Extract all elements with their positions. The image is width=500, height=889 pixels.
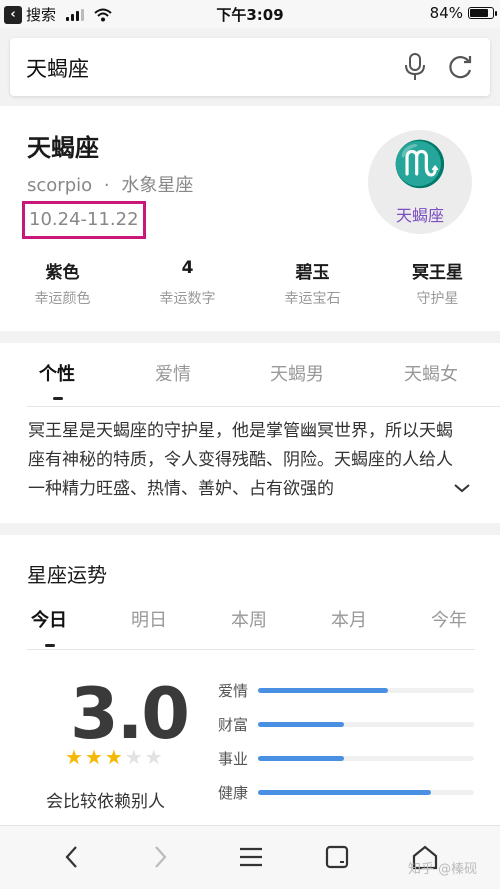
bar-fill (258, 756, 345, 761)
divider (27, 649, 475, 650)
microphone-icon[interactable] (404, 53, 426, 81)
sign-info-card: 天蝎座 scorpio · 水象星座 10.24-11.22 ♏ 天蝎座 紫色 … (0, 106, 500, 331)
battery-percent: 84% (429, 4, 463, 22)
sign-attributes: 紫色 幸运颜色 4 幸运数字 碧玉 幸运宝石 冥王星 守护星 (0, 258, 500, 308)
sign-element: 水象星座 (121, 175, 194, 196)
fortune-bar-row: 健康 (218, 780, 478, 814)
tabs-icon[interactable] (325, 844, 351, 870)
sign-logo-label: 天蝎座 (395, 206, 444, 225)
fortune-bar-row: 事业 (218, 746, 478, 780)
refresh-icon[interactable] (446, 53, 474, 81)
tab-love[interactable]: 爱情 (155, 360, 191, 386)
forward-icon[interactable] (150, 844, 170, 870)
fortune-note: 会比较依赖别人 (46, 792, 165, 812)
tab-this-year[interactable]: 今年 (431, 606, 467, 632)
status-right: 84% (429, 4, 497, 22)
personality-tabs: 个性 爱情 天蝎男 天蝎女 (0, 343, 500, 403)
star-filled-icon: ★ (104, 745, 123, 769)
battery-icon (468, 7, 497, 19)
attribute-label: 守护星 (416, 291, 459, 307)
bar-fill (258, 790, 431, 795)
star-empty-icon: ★ (124, 745, 143, 769)
tab-personality[interactable]: 个性 (39, 360, 75, 386)
sign-subtitle: scorpio · 水象星座 (27, 171, 193, 197)
attribute-value: 4 (181, 258, 194, 278)
bar-label: 爱情 (218, 682, 249, 700)
fortune-bar-row: 爱情 (218, 678, 478, 712)
attribute-label: 幸运颜色 (34, 291, 91, 307)
scorpio-icon: ♏ (392, 139, 448, 190)
fortune-bars: 爱情 财富 事业 健康 (218, 678, 478, 814)
search-input[interactable]: 天蝎座 (10, 38, 490, 96)
personality-card: 个性 爱情 天蝎男 天蝎女 冥王星是天蝎座的守护星，他是掌管幽冥世界，所以天蝎座… (0, 343, 500, 523)
active-tab-indicator (53, 397, 63, 400)
bar-track (258, 790, 474, 795)
tab-scorpio-male[interactable]: 天蝎男 (270, 360, 324, 386)
tab-tomorrow[interactable]: 明日 (131, 606, 167, 632)
fortune-title: 星座运势 (27, 563, 107, 587)
back-icon[interactable] (62, 844, 82, 870)
search-query: 天蝎座 (26, 57, 89, 81)
bar-fill (258, 722, 345, 727)
page: ‹ 搜索 下午3:09 84% 天蝎座 天蝎座 scorpio · 水象星座 1… (0, 0, 500, 889)
attribute-value: 冥王星 (412, 263, 463, 283)
attribute-item: 4 幸运数字 (125, 258, 250, 308)
tab-this-month[interactable]: 本月 (331, 606, 367, 632)
fortune-card: 星座运势 今日 明日 本周 本月 今年 3.0 ★ ★ ★ ★ ★ 会比较依赖别人 爱情… (0, 535, 500, 825)
bar-track (258, 756, 474, 761)
star-filled-icon: ★ (84, 745, 103, 769)
sign-date-range: 10.24-11.22 (29, 209, 139, 230)
bar-label: 健康 (218, 784, 249, 802)
bar-track (258, 688, 474, 693)
bar-label: 财富 (218, 716, 249, 734)
sign-english: scorpio (27, 175, 93, 196)
watermark: 知乎 @榛砚 (408, 862, 478, 877)
star-rating: ★ ★ ★ ★ ★ (65, 747, 163, 767)
tab-scorpio-female[interactable]: 天蝎女 (404, 360, 458, 386)
personality-description: 冥王星是天蝎座的守护星，他是掌管幽冥世界，所以天蝎座有神秘的特质，令人变得残酷、… (28, 421, 453, 499)
attribute-value: 碧玉 (295, 263, 330, 283)
subtitle-separator: · (103, 175, 110, 196)
active-tab-indicator (45, 644, 55, 647)
bar-track (258, 722, 474, 727)
fortune-score: 3.0 (70, 673, 190, 755)
tab-today[interactable]: 今日 (31, 606, 67, 632)
attribute-item: 冥王星 守护星 (375, 258, 500, 308)
star-filled-icon: ★ (65, 745, 83, 769)
date-highlight-box: 10.24-11.22 (22, 201, 146, 239)
attribute-item: 紫色 幸运颜色 (0, 258, 125, 308)
search-area: 天蝎座 (0, 28, 500, 106)
chevron-down-icon[interactable] (452, 481, 472, 495)
bottom-toolbar: 知乎 @榛砚 (0, 825, 500, 889)
bar-label: 事业 (218, 750, 249, 768)
attribute-value: 紫色 (45, 263, 80, 283)
attribute-label: 幸运宝石 (284, 291, 341, 307)
attribute-item: 碧玉 幸运宝石 (250, 258, 375, 308)
menu-icon[interactable] (238, 844, 264, 870)
attribute-label: 幸运数字 (159, 291, 216, 307)
star-empty-icon: ★ (144, 745, 163, 769)
divider (27, 406, 500, 407)
status-bar: ‹ 搜索 下午3:09 84% (0, 0, 500, 28)
bar-fill (258, 688, 388, 693)
sign-logo: ♏ 天蝎座 (368, 130, 472, 234)
tab-this-week[interactable]: 本周 (231, 606, 267, 632)
sign-title: 天蝎座 (27, 134, 99, 162)
status-time: 下午3:09 (216, 6, 284, 24)
fortune-bar-row: 财富 (218, 712, 478, 746)
